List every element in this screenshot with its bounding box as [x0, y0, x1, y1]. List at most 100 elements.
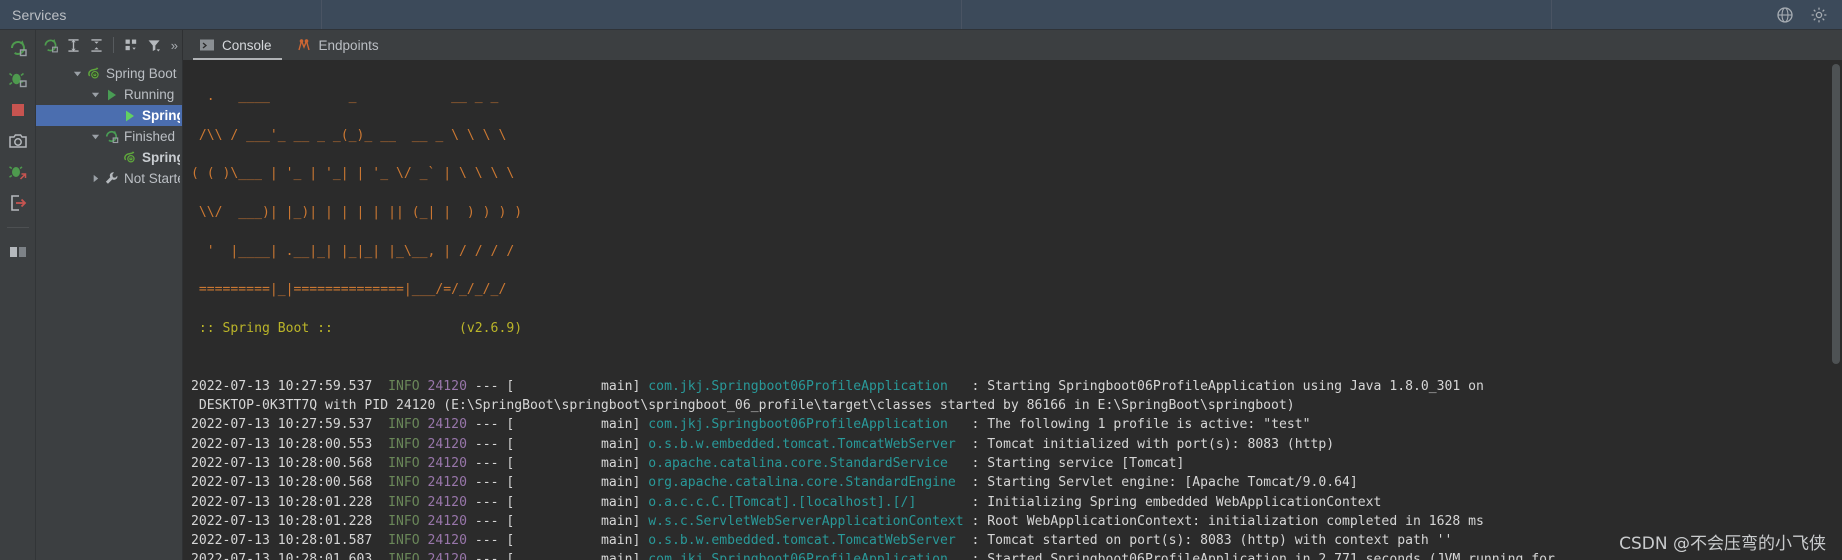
log-thread: main] [514, 417, 641, 433]
debug-attach-icon[interactable] [8, 162, 28, 182]
log-timestamp: 2022-07-13 10:28:00.553 [191, 436, 373, 452]
log-separator: --- [ [466, 436, 515, 452]
log-space [420, 533, 428, 548]
log-space [372, 533, 388, 548]
tab-console[interactable]: Console [189, 30, 286, 60]
tree-node-finished[interactable]: Finished [36, 126, 182, 147]
tab-endpoints[interactable]: Endpoints [286, 30, 393, 60]
log-thread: main] [514, 494, 641, 510]
chevron-right-icon[interactable] [88, 174, 103, 183]
globe-settings-icon[interactable] [1776, 6, 1794, 24]
log-level: INFO [388, 436, 420, 452]
log-colon: : [955, 533, 988, 549]
log-pid: 24120 [427, 378, 467, 394]
log-space [420, 379, 428, 394]
tree-node-label: Finished [124, 129, 176, 144]
log-level: INFO [388, 455, 420, 471]
endpoints-icon [296, 37, 312, 53]
log-colon: : [963, 513, 988, 529]
gear-icon[interactable] [1810, 6, 1828, 24]
console-scrollbar[interactable] [1830, 60, 1842, 560]
exit-icon[interactable] [8, 193, 28, 213]
tree-node-spring-boot[interactable]: Spring Boot [36, 63, 182, 84]
console-log-line: 2022-07-13 10:27:59.537 INFO 24120 --- [… [191, 379, 1484, 394]
expand-all-icon[interactable] [63, 34, 84, 56]
log-colon: : [947, 455, 988, 471]
log-level: INFO [388, 494, 420, 510]
log-logger: com.jkj.Springboot06ProfileApplication [648, 417, 948, 433]
log-thread: main] [514, 378, 641, 394]
tree-node-running[interactable]: Running [36, 84, 182, 105]
log-thread: main] [514, 533, 641, 549]
title-bar-segment-3 [962, 0, 1552, 29]
console-scrollbar-thumb[interactable] [1832, 64, 1840, 364]
tree-node-not-started[interactable]: Not Started [36, 168, 182, 189]
log-separator: --- [ [466, 494, 515, 510]
log-message: Tomcat started on port(s): 8083 (http) w… [987, 533, 1453, 549]
tree-node-springboot-running[interactable]: Springboot [36, 105, 182, 126]
log-timestamp: 2022-07-13 10:28:00.568 [191, 455, 373, 471]
log-pid: 24120 [427, 417, 467, 433]
toolbar-divider [113, 37, 115, 53]
console-log-line: DESKTOP-0K3TT7Q with PID 24120 (E:\Sprin… [191, 398, 1295, 413]
tree-node-springboot-finished[interactable]: Springboot [36, 147, 182, 168]
debug-icon[interactable] [8, 69, 28, 89]
spring-banner-line: . ____ _ __ _ _ [191, 89, 499, 105]
log-thread: main] [514, 436, 641, 452]
log-timestamp: 2022-07-13 10:28:01.228 [191, 513, 373, 529]
title-bar-segment-2 [322, 0, 962, 29]
rerun-icon[interactable] [8, 38, 28, 58]
run-icon [121, 109, 138, 123]
rerun-service-icon[interactable] [40, 34, 61, 56]
log-logger: w.s.c.ServletWebServerApplicationContext [648, 513, 964, 529]
log-thread: main] [514, 552, 641, 560]
chevron-down-icon[interactable] [88, 132, 103, 141]
tree-node-label: Not Started [124, 171, 180, 186]
spring-banner-line: =========|_|==============|___/=/_/_/_/ [191, 282, 507, 298]
log-timestamp: 2022-07-13 10:28:00.568 [191, 475, 373, 491]
tree-node-label: Springboot [142, 150, 180, 165]
log-space [372, 456, 388, 471]
services-tree-panel: » Spring Boot Running Sprin Finished Spr… [36, 30, 183, 560]
log-timestamp: 2022-07-13 10:28:01.587 [191, 533, 373, 549]
log-message: Initializing Spring embedded WebApplicat… [987, 494, 1382, 510]
services-toolbar: » [36, 30, 182, 60]
log-logger: o.apache.catalina.core.StandardService [648, 455, 948, 471]
log-space [420, 417, 428, 432]
chevron-down-icon[interactable] [88, 90, 103, 99]
log-timestamp: 2022-07-13 10:27:59.537 [191, 378, 373, 394]
collapse-all-icon[interactable] [86, 34, 107, 56]
spring-boot-version-line: :: Spring Boot :: (v2.6.9) [191, 320, 523, 336]
log-thread: main] [514, 455, 641, 471]
chevron-down-icon[interactable] [70, 69, 85, 78]
log-separator: --- [ [466, 455, 515, 471]
services-tree: Spring Boot Running Sprin Finished Sprin… [36, 60, 182, 560]
log-pid: 24120 [427, 513, 467, 529]
tab-label: Endpoints [318, 37, 379, 53]
run-actions-strip [0, 30, 36, 560]
filter-icon[interactable] [144, 34, 165, 56]
log-thread: main] [514, 475, 641, 491]
wrench-icon [103, 171, 120, 186]
log-logger: o.a.c.c.C.[Tomcat].[localhost].[/] [648, 494, 917, 510]
log-colon: : [947, 552, 988, 560]
console-log-lines: 2022-07-13 10:27:59.537 INFO 24120 --- [… [191, 379, 1555, 560]
spring-banner-line: /\\ / ___'_ __ _ _(_)_ __ __ _ \ \ \ \ [191, 127, 507, 143]
layout-icon[interactable] [8, 242, 28, 262]
console-text: . ____ _ __ _ _ /\\ / ___'_ __ _ _(_)_ _… [191, 68, 1830, 560]
camera-icon[interactable] [8, 131, 28, 151]
log-level: INFO [388, 533, 420, 549]
log-message: The following 1 profile is active: "test… [987, 417, 1311, 433]
stop-icon[interactable] [8, 100, 28, 120]
console-output[interactable]: . ____ _ __ _ _ /\\ / ___'_ __ _ _(_)_ _… [183, 60, 1842, 560]
log-separator: --- [ [466, 552, 515, 560]
log-level: INFO [388, 378, 420, 394]
toolbar-more-button[interactable]: » [167, 39, 182, 52]
log-pid: 24120 [427, 494, 467, 510]
console-tab-bar: Console Endpoints [183, 30, 1842, 60]
log-space [372, 417, 388, 432]
log-separator: --- [ [466, 513, 515, 529]
group-by-icon[interactable] [120, 34, 141, 56]
log-message: Tomcat initialized with port(s): 8083 (h… [987, 436, 1335, 452]
console-log-line: 2022-07-13 10:28:00.553 INFO 24120 --- [… [191, 437, 1334, 452]
